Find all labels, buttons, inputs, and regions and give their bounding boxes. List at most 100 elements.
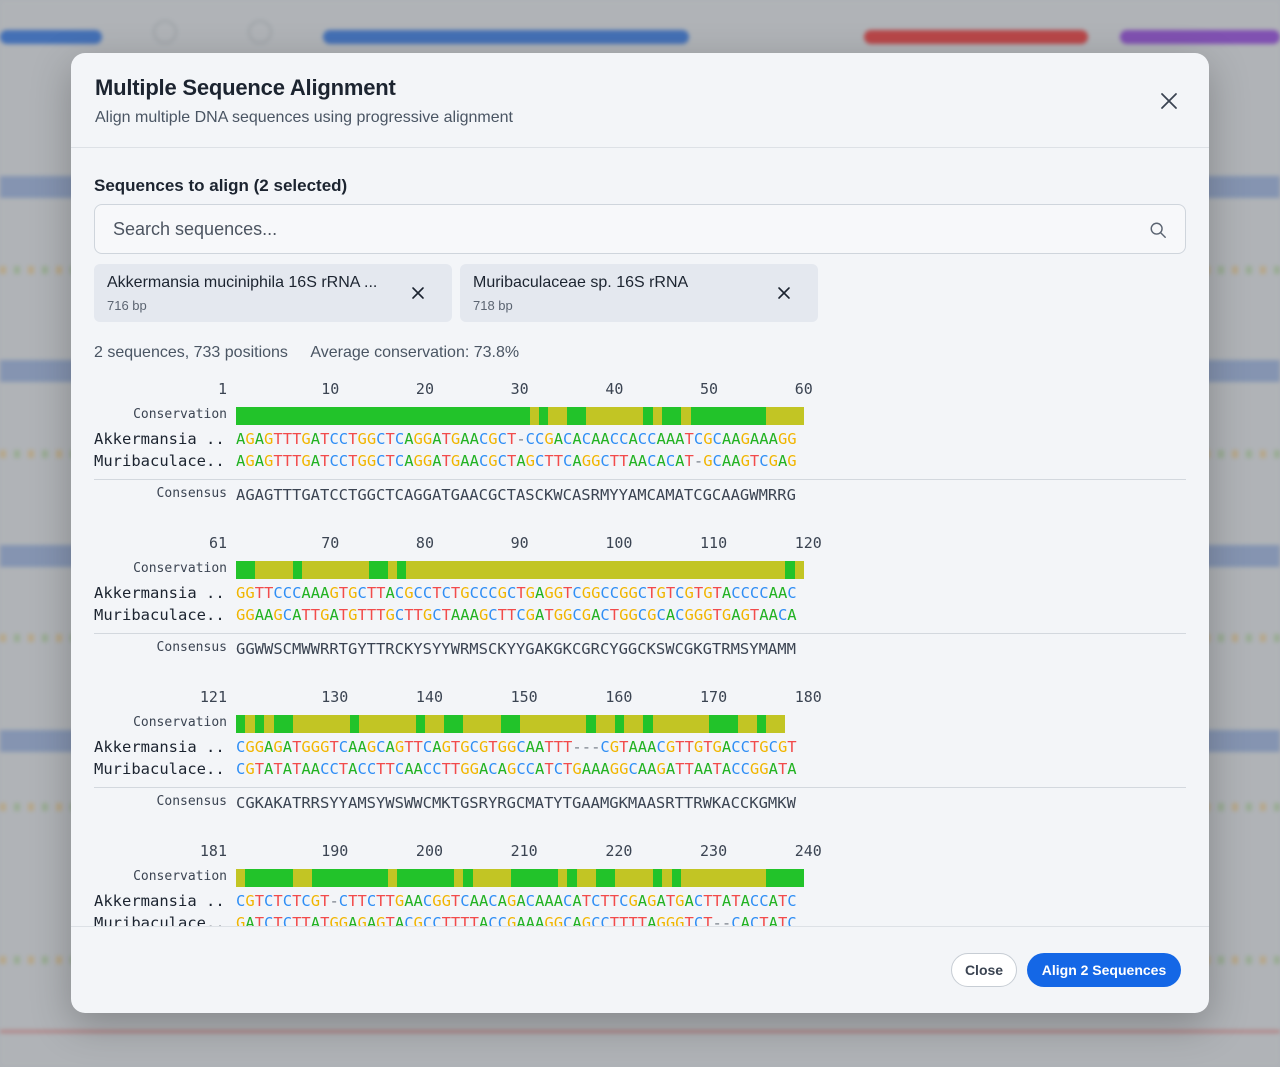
search-box[interactable]: [94, 204, 1186, 254]
close-button[interactable]: Close: [951, 953, 1017, 987]
conservation-cell: [652, 561, 663, 579]
conservation-cell: [718, 407, 729, 425]
conservation-cell: [576, 407, 587, 425]
chip-length: 718 bp: [473, 298, 513, 313]
conservation-cell: [501, 561, 511, 579]
conservation-cell: [245, 561, 255, 579]
conservation-cell: [311, 561, 322, 579]
position-tick: 80: [415, 534, 434, 552]
conservation-cell: [236, 561, 246, 579]
conservation-cell: [491, 407, 502, 425]
conservation-cell: [595, 715, 606, 733]
conservation-cell: [482, 869, 492, 887]
conservation-cell: [690, 715, 700, 733]
msa-dialog: Multiple Sequence Alignment Align multip…: [71, 53, 1209, 1013]
conservation-cell: [359, 561, 369, 579]
conservation-cell: [671, 715, 682, 733]
conservation-cell: [718, 561, 729, 579]
consensus-sequence: AGAGTTTGATCCTGGCTCAGGATGAACGCTASCKWCASRM…: [236, 486, 796, 504]
conservation-cell: [586, 715, 596, 733]
conservation-cell: [614, 561, 625, 579]
conservation-cell: [330, 561, 341, 579]
conservation-cell: [699, 869, 710, 887]
conservation-cell: [737, 561, 748, 579]
conservation-cell: [264, 561, 274, 579]
conservation-cell: [595, 561, 606, 579]
conservation-cell: [292, 561, 303, 579]
conservation-cell: [510, 869, 521, 887]
conservation-cell: [463, 715, 473, 733]
conservation-cell: [321, 561, 331, 579]
dialog-header: Multiple Sequence Alignment Align multip…: [71, 53, 1209, 148]
search-input[interactable]: [95, 205, 1185, 253]
alignment-stats: 2 sequences, 733 positions Average conse…: [94, 344, 1186, 362]
sequence-residues: CGTCTCTCGT-CTTCTTGAACGGTCAACAGACAAACATCT…: [236, 892, 797, 910]
conservation-cell: [444, 561, 454, 579]
conservation-cell: [406, 407, 416, 425]
conservation-cell: [709, 715, 719, 733]
conservation-cell: [690, 869, 700, 887]
position-tick: 90: [510, 534, 529, 552]
conservation-bar: [236, 561, 805, 579]
close-icon[interactable]: [1157, 89, 1181, 113]
remove-icon[interactable]: [776, 285, 792, 301]
conservation-cell: [321, 869, 331, 887]
conservation-cell: [671, 407, 682, 425]
conservation-cell: [425, 715, 435, 733]
alignment-block: 1 10 20 30 40 50 60 Conservation Akkermansia ...…: [94, 380, 1186, 534]
conservation-cell: [406, 869, 416, 887]
conservation-cell: [785, 407, 795, 425]
conservation-cell: [633, 869, 644, 887]
conservation-cell: [254, 869, 265, 887]
conservation-cell: [728, 407, 738, 425]
conservation-cell: [785, 869, 795, 887]
conservation-cell: [472, 561, 483, 579]
position-tick: 210: [510, 842, 538, 860]
conservation-cell: [482, 407, 492, 425]
conservation-cell: [349, 715, 360, 733]
conservation-cell: [624, 407, 634, 425]
conservation-cell: [368, 561, 379, 579]
sequence-name: Akkermansia ...: [94, 584, 227, 602]
conservation-cell: [311, 715, 322, 733]
conservation-cell: [472, 407, 483, 425]
remove-icon[interactable]: [410, 285, 426, 301]
conservation-cell: [368, 715, 379, 733]
conservation-cell: [311, 869, 322, 887]
conservation-cell: [387, 407, 397, 425]
conservation-cell: [491, 561, 502, 579]
conservation-cell: [520, 561, 530, 579]
conservation-cell: [643, 715, 653, 733]
consensus-label: Consensus: [156, 794, 227, 809]
conservation-cell: [264, 407, 274, 425]
conservation-cell: [510, 407, 521, 425]
sequence-residues: CGTATATAACCTACCTTCAACCTTGGACAGCCATCTGAAA…: [236, 760, 797, 778]
conservation-cell: [520, 407, 530, 425]
conservation-cell: [245, 869, 255, 887]
conservation-cell: [728, 715, 738, 733]
position-tick: 170: [700, 688, 728, 706]
align-button[interactable]: Align 2 Sequences: [1027, 953, 1181, 987]
sequence-chip: Muribaculaceae sp. 16S rRNA 718 bp: [460, 264, 818, 322]
conservation-cell: [273, 715, 284, 733]
conservation-cell: [766, 561, 776, 579]
conservation-cell: [273, 869, 284, 887]
sequence-chip: Akkermansia muciniphila 16S rRNA ... 716…: [94, 264, 452, 322]
conservation-cell: [624, 869, 634, 887]
position-tick: 200: [415, 842, 444, 860]
conservation-cell: [728, 869, 738, 887]
conservation-cell: [415, 715, 426, 733]
conservation-cell: [728, 561, 738, 579]
alignment-block: 181 190 200 210 220 230 240 Conservation Akkerma…: [94, 842, 1186, 926]
position-tick: 160: [605, 688, 633, 706]
conservation-cell: [557, 715, 568, 733]
conservation-cell: [662, 407, 672, 425]
conservation-cell: [567, 869, 577, 887]
conservation-cell: [396, 407, 407, 425]
conservation-cell: [576, 869, 587, 887]
sequence-residues: AGAGTTTGATCCTGGCTCAGGATGAACGCT-CCGACACAA…: [236, 430, 797, 448]
conservation-cell: [643, 561, 653, 579]
position-tick: 120: [794, 534, 822, 552]
conservation-cell: [766, 407, 776, 425]
consensus-sequence: GGWWSCMWWRRTGYTTRCKYSYYWRMSCKYYGAKGKCGRC…: [236, 640, 796, 658]
